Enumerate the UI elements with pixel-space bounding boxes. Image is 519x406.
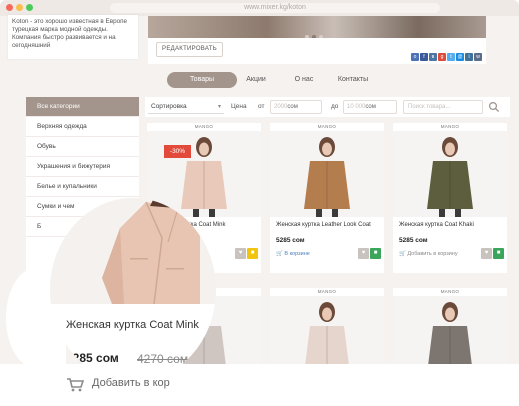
- product-photo[interactable]: [270, 131, 384, 217]
- sort-label: Сортировка: [151, 103, 187, 110]
- google-plus-icon[interactable]: g: [438, 53, 446, 61]
- vk-icon[interactable]: в: [429, 53, 437, 61]
- add-to-cart-button[interactable]: Добавить в кор: [92, 377, 170, 389]
- cart-label: В корзине: [284, 251, 310, 257]
- shop-toolbar: РЕДАКТИРОВАТЬ o f в g t @ i w: [148, 38, 486, 64]
- price-from-value: 2000: [274, 104, 288, 110]
- compare-icon[interactable]: ■: [493, 248, 504, 259]
- cart-link[interactable]: 🛒 В корзине: [276, 250, 310, 258]
- tab-products[interactable]: Товары: [167, 72, 237, 88]
- shop-description: Koton - это хорошо известная в Европе ту…: [8, 15, 138, 59]
- product-actions: 🛒 Добавить в корзину ♥ ■: [393, 245, 507, 263]
- ok-icon[interactable]: o: [411, 53, 419, 61]
- search-input[interactable]: Поиск товара...: [403, 100, 483, 114]
- product-magnifier: Женская куртка Coat Mink 3285 сом 4270 с…: [50, 198, 216, 382]
- model-photo: [427, 137, 473, 217]
- instagram-icon[interactable]: i: [465, 53, 473, 61]
- model-photo: [304, 137, 350, 217]
- price-to-input[interactable]: 10 000сом: [343, 100, 397, 114]
- heart-icon[interactable]: ♥: [481, 248, 492, 259]
- cart-link[interactable]: 🛒 Добавить в корзину: [399, 250, 458, 258]
- product-photo[interactable]: [393, 131, 507, 217]
- product-brand: MANGO: [440, 289, 460, 294]
- facebook-icon[interactable]: f: [420, 53, 428, 61]
- price-from-input[interactable]: 2000сом: [270, 100, 322, 114]
- cart-label: Добавить в корзину: [407, 251, 458, 257]
- product-price: 5285 сом: [276, 237, 305, 244]
- minimize-window-dot[interactable]: [16, 4, 23, 11]
- sidebar-item-all[interactable]: Все категории: [26, 97, 139, 117]
- tab-promotions[interactable]: Акции: [241, 72, 271, 88]
- close-window-dot[interactable]: [6, 4, 13, 11]
- coat-mink-photo: [50, 198, 216, 304]
- heart-icon[interactable]: ♥: [235, 248, 246, 259]
- product-price: 5285 сом: [399, 237, 428, 244]
- compare-icon[interactable]: ■: [247, 248, 258, 259]
- price-from-label: от: [258, 103, 265, 110]
- tab-about[interactable]: О нас: [289, 72, 319, 88]
- heart-icon[interactable]: ♥: [358, 248, 369, 259]
- cart-icon: 🛒: [399, 251, 406, 257]
- magnified-product-name[interactable]: Женская куртка Coat Mink: [66, 319, 199, 331]
- maximize-window-dot[interactable]: [26, 4, 33, 11]
- edit-button[interactable]: РЕДАКТИРОВАТЬ: [156, 42, 223, 57]
- social-links: o f в g t @ i w: [410, 45, 482, 63]
- price-label: Цена: [231, 103, 247, 110]
- product-name[interactable]: Женская куртка Coat Khaki: [393, 217, 507, 231]
- whatsapp-icon[interactable]: w: [474, 53, 482, 61]
- screenshot-stage: www.mixer.kg/koton Koton - это хорошо из…: [0, 0, 519, 406]
- magnified-product-price: 3285 сом: [66, 351, 119, 365]
- sort-select[interactable]: Сортировка ▾: [148, 100, 224, 114]
- product-card[interactable]: MANGO Женская куртка Coat Khaki 5285 сом 🛒 …: [393, 123, 507, 273]
- price-from-currency: сом: [287, 104, 298, 110]
- product-card[interactable]: MANGO Женская куртка Leather Look Coat 528…: [270, 123, 384, 273]
- sidebar-item-jewelry[interactable]: Украшения и бижутерия: [26, 157, 139, 177]
- search-icon[interactable]: [488, 101, 500, 113]
- discount-badge: -30%: [164, 145, 191, 158]
- compare-icon[interactable]: ■: [370, 248, 381, 259]
- product-actions: 🛒 В корзине ♥ ■: [270, 245, 384, 263]
- magnified-product-photo[interactable]: [50, 198, 216, 304]
- price-to-label: до: [331, 103, 339, 110]
- product-name[interactable]: Женская куртка Leather Look Coat: [270, 217, 384, 231]
- product-brand: MANGO: [194, 124, 214, 129]
- price-to-currency: сом: [365, 104, 376, 110]
- product-brand: MANGO: [317, 124, 337, 129]
- twitter-icon[interactable]: t: [447, 53, 455, 61]
- mailru-icon[interactable]: @: [456, 53, 464, 61]
- sidebar-item-outerwear[interactable]: Верхняя одежда: [26, 117, 139, 137]
- cart-icon: 🛒: [276, 251, 283, 257]
- sidebar-item-lingerie[interactable]: Белье и купальники: [26, 177, 139, 197]
- sidebar-item-shoes[interactable]: Обувь: [26, 137, 139, 157]
- filter-bar: Сортировка ▾ Цена от 2000сом до 10 000со…: [145, 97, 510, 117]
- product-brand: MANGO: [440, 124, 460, 129]
- price-to-value: 10 000: [347, 104, 366, 110]
- chevron-down-icon: ▾: [217, 104, 221, 110]
- cart-icon[interactable]: [66, 378, 84, 392]
- product-brand: MANGO: [317, 289, 337, 294]
- browser-chrome: www.mixer.kg/koton: [0, 0, 519, 16]
- tab-contacts[interactable]: Контакты: [335, 72, 371, 88]
- address-bar[interactable]: www.mixer.kg/koton: [110, 3, 440, 13]
